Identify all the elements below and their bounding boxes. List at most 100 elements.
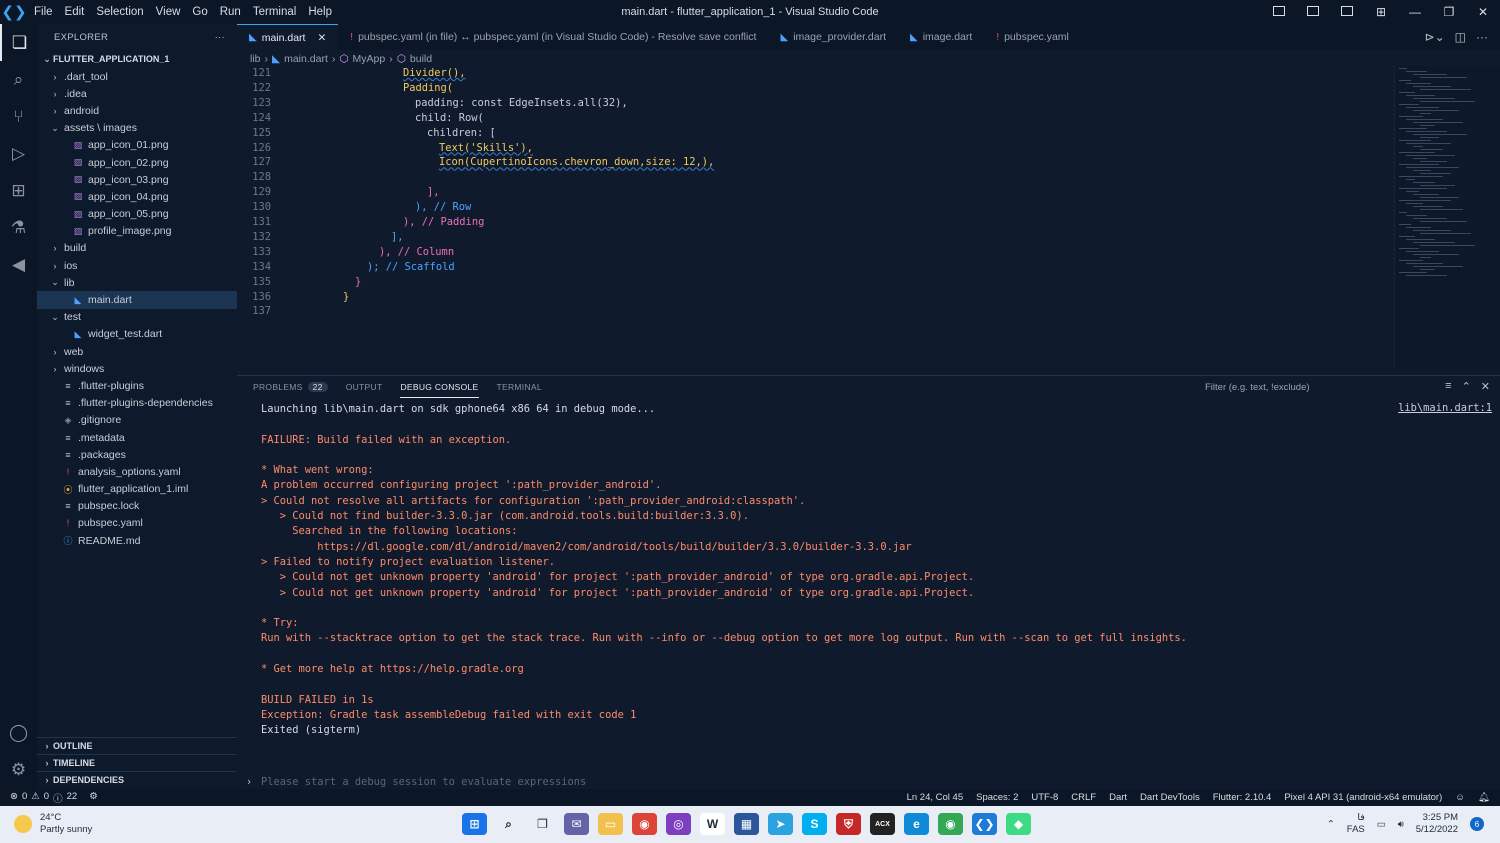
tree-item[interactable]: ≡ .flutter-plugins [37, 377, 237, 394]
security-icon[interactable]: ⛨ [836, 813, 861, 835]
tree-item[interactable]: ⌄ assets \ images [37, 120, 237, 137]
source-control-icon[interactable]: ⑂ [0, 98, 37, 135]
tree-item[interactable]: ▨ app_icon_03.png [37, 171, 237, 188]
tree-item[interactable]: ▨ app_icon_01.png [37, 137, 237, 154]
account-icon[interactable]: ◯ [0, 714, 37, 751]
tree-item[interactable]: › build [37, 240, 237, 257]
vscode-icon[interactable]: ❮❯ [972, 813, 997, 835]
tab-output[interactable]: OUTPUT [346, 376, 383, 398]
search-icon[interactable]: ⌕ [496, 813, 521, 835]
breadcrumb-file[interactable]: main.dart [284, 53, 328, 65]
menu-go[interactable]: Go [186, 0, 213, 24]
tab-terminal[interactable]: TERMINAL [497, 376, 542, 398]
dart-devtools[interactable]: Dart DevTools [1140, 792, 1200, 803]
tree-item[interactable]: ◣ main.dart [37, 291, 237, 309]
menu-edit[interactable]: Edit [59, 0, 91, 24]
device-selector[interactable]: Pixel 4 API 31 (android-x64 emulator) [1284, 792, 1442, 803]
store-icon[interactable]: ▦ [734, 813, 759, 835]
bell-icon[interactable]: 🔔︎ [1478, 792, 1490, 803]
tree-item[interactable]: ⌄ test [37, 309, 237, 326]
toggle-secondary-sidebar-icon[interactable] [1330, 5, 1364, 19]
skype-icon[interactable]: S [802, 813, 827, 835]
flutter-icon[interactable]: ◀ [0, 246, 37, 283]
run-dropdown-icon[interactable]: ⊳⌄ [1425, 30, 1445, 44]
menu-view[interactable]: View [150, 0, 187, 24]
tree-item[interactable]: ! pubspec.yaml [37, 515, 237, 532]
cursor-position[interactable]: Ln 24, Col 45 [907, 792, 964, 803]
problems-status[interactable]: ⊗ 0 ⚠ 0 ⓘ 22 ⚙ [0, 791, 98, 805]
tree-item[interactable]: ! analysis_options.yaml [37, 463, 237, 480]
podcast-icon[interactable]: ◎ [666, 813, 691, 835]
more-actions-icon[interactable]: ··· [1476, 30, 1488, 44]
tree-item[interactable]: ▨ profile_image.png [37, 223, 237, 240]
tree-item[interactable]: › .dart_tool [37, 68, 237, 85]
weather-widget[interactable]: 24°C Partly sunny [14, 812, 92, 836]
line-ending[interactable]: CRLF [1071, 792, 1096, 803]
indentation[interactable]: Spaces: 2 [976, 792, 1018, 803]
tree-item[interactable]: ⌄ lib [37, 274, 237, 291]
run-debug-icon[interactable]: ▷ [0, 135, 37, 172]
maximize-panel-icon[interactable]: ⌃ [1462, 380, 1471, 393]
tree-item[interactable]: ⓘ README.md [37, 532, 237, 549]
menu-file[interactable]: File [28, 0, 59, 24]
notification-badge[interactable]: 6 [1470, 817, 1484, 831]
console-prompt[interactable]: › Please start a debug session to evalua… [237, 775, 586, 789]
tree-item[interactable]: › android [37, 102, 237, 119]
tab-image-provider[interactable]: ◣ image_provider.dart [768, 24, 898, 50]
chrome-icon[interactable]: ◉ [632, 813, 657, 835]
tree-item[interactable]: › web [37, 343, 237, 360]
tree-item[interactable]: ▨ app_icon_05.png [37, 206, 237, 223]
split-editor-icon[interactable]: ◫ [1455, 30, 1466, 44]
tree-item[interactable]: ⦿ flutter_application_1.iml [37, 481, 237, 498]
tab-main-dart[interactable]: ◣ main.dart ✕ [237, 24, 339, 50]
chevron-up-icon[interactable]: ⌃ [1327, 819, 1335, 830]
menu-terminal[interactable]: Terminal [247, 0, 302, 24]
maximize-button[interactable]: ❐ [1432, 5, 1466, 19]
tab-debug-console[interactable]: DEBUG CONSOLE [400, 376, 479, 398]
network-icon[interactable]: ▭ [1377, 819, 1386, 830]
explorer-icon[interactable]: ❏ [0, 24, 37, 61]
testing-icon[interactable]: ⚗ [0, 209, 37, 246]
tree-item[interactable]: › windows [37, 360, 237, 377]
encoding[interactable]: UTF-8 [1031, 792, 1058, 803]
customize-layout-icon[interactable]: ⊞ [1364, 5, 1398, 19]
tree-item[interactable]: ◣ widget_test.dart [37, 326, 237, 343]
tree-item[interactable]: › .idea [37, 85, 237, 102]
breadcrumb-class[interactable]: MyApp [353, 53, 386, 65]
manage-gear-icon[interactable]: ⚙ [0, 751, 37, 788]
chat-icon[interactable]: ✉ [564, 813, 589, 835]
extensions-icon[interactable]: ⊞ [0, 172, 37, 209]
android-studio-icon[interactable]: ◆ [1006, 813, 1031, 835]
tab-problems[interactable]: PROBLEMS 22 [253, 376, 328, 398]
close-panel-icon[interactable]: ✕ [1481, 380, 1490, 393]
close-tab-icon[interactable]: ✕ [317, 32, 326, 44]
terminal-app-icon[interactable]: ACX [870, 813, 895, 835]
language-indicator[interactable]: فا FAS [1347, 812, 1365, 836]
minimize-button[interactable]: — [1398, 5, 1432, 19]
toggle-sidebar-icon[interactable] [1262, 5, 1296, 19]
clear-console-icon[interactable]: ≡ [1445, 380, 1451, 393]
tree-item[interactable]: ≡ .flutter-plugins-dependencies [37, 395, 237, 412]
debug-icon[interactable]: ⚙ [89, 791, 98, 805]
outline-section[interactable]: › OUTLINE [37, 737, 237, 754]
tree-item[interactable]: ◈ .gitignore [37, 412, 237, 429]
task-view-icon[interactable]: ❐ [530, 813, 555, 835]
minimap[interactable] [1394, 66, 1500, 370]
tree-item[interactable]: ▨ app_icon_02.png [37, 154, 237, 171]
more-actions-icon[interactable]: ··· [215, 32, 225, 43]
chrome-2-icon[interactable]: ◉ [938, 813, 963, 835]
telegram-icon[interactable]: ➤ [768, 813, 793, 835]
tab-image-dart[interactable]: ◣ image.dart [898, 24, 984, 50]
language-mode[interactable]: Dart [1109, 792, 1127, 803]
source-link[interactable]: lib\main.dart:1 [1398, 402, 1492, 414]
tree-item[interactable]: ▨ app_icon_04.png [37, 188, 237, 205]
tab-pubspec[interactable]: ! pubspec.yaml [984, 24, 1081, 50]
console-filter-input[interactable]: Filter (e.g. text, !exclude) [1199, 379, 1399, 395]
volume-icon[interactable]: 🔊︎ [1398, 819, 1404, 830]
word-icon[interactable]: W [700, 813, 725, 835]
clock[interactable]: 3:25 PM 5/12/2022 [1416, 812, 1458, 836]
menu-help[interactable]: Help [302, 0, 338, 24]
search-icon[interactable]: ⌕ [0, 61, 37, 98]
tree-item[interactable]: ≡ pubspec.lock [37, 498, 237, 515]
dependencies-section[interactable]: › DEPENDENCIES [37, 771, 237, 788]
